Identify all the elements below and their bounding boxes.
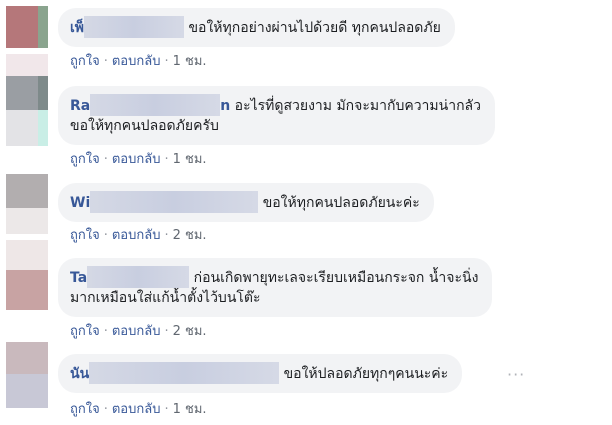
comment-text: อะไรที่ดูสวยงาม มักจะมากับความน่ากลัว	[234, 98, 481, 114]
reply-link[interactable]: ตอบกลับ	[112, 228, 161, 243]
comment-bubble: Ra n อะไรที่ดูสวยงาม มักจะมากับความน่ากลั…	[58, 86, 495, 145]
comment-actions: ถูกใจ · ตอบกลับ · 2 ชม.	[70, 324, 207, 339]
like-link[interactable]: ถูกใจ	[70, 402, 100, 417]
comment-item: Ta ก่อนเกิดพายุทะเลจะเรียบเหมือนกระจก น้…	[58, 258, 493, 317]
timestamp[interactable]: 1 ชม.	[173, 152, 207, 167]
reply-link[interactable]: ตอบกลับ	[112, 152, 161, 167]
comment-author[interactable]: Ra	[70, 98, 90, 114]
comment-bubble: Ta ก่อนเกิดพายุทะเลจะเรียบเหมือนกระจก น้…	[58, 258, 493, 317]
comment-item: Ra n อะไรที่ดูสวยงาม มักจะมากับความน่ากลั…	[58, 86, 495, 145]
comment-author[interactable]: นัน	[70, 366, 89, 382]
comment-item: นัน ขอให้ปลอดภัยทุกๆคนนะค่ะ	[58, 354, 463, 393]
more-options-icon[interactable]: ···	[507, 365, 525, 384]
like-link[interactable]: ถูกใจ	[70, 152, 100, 167]
comment-actions: ถูกใจ · ตอบกลับ · 1 ชม.	[70, 152, 207, 167]
comment-text: ขอให้ปลอดภัยทุกๆคนนะค่ะ	[283, 366, 449, 382]
avatar[interactable]	[6, 342, 48, 408]
comment-actions: ถูกใจ · ตอบกลับ · 2 ชม.	[70, 228, 207, 243]
timestamp[interactable]: 1 ชม.	[173, 402, 207, 417]
comment-item: เพ็ ขอให้ทุกอย่างผ่านไปด้วยดี ทุกคนปลอดภ…	[58, 8, 455, 47]
redacted-name	[90, 94, 221, 116]
comment-bubble: เพ็ ขอให้ทุกอย่างผ่านไปด้วยดี ทุกคนปลอดภ…	[58, 8, 455, 47]
reply-link[interactable]: ตอบกลับ	[112, 324, 161, 339]
comment-text-line2: ขอให้ทุกคนปลอดภัยครับ	[70, 118, 219, 134]
comment-text: ขอให้ทุกอย่างผ่านไปด้วยดี ทุกคนปลอดภัย	[188, 20, 441, 36]
like-link[interactable]: ถูกใจ	[70, 324, 100, 339]
reply-link[interactable]: ตอบกลับ	[112, 402, 161, 417]
avatar-shadow	[6, 54, 48, 76]
comment-bubble: Wi ขอให้ทุกคนปลอดภัยนะค่ะ	[58, 183, 434, 222]
comment-text: ก่อนเกิดพายุทะเลจะเรียบเหมือนกระจก น้ำจะ…	[193, 270, 479, 286]
reply-link[interactable]: ตอบกลับ	[112, 54, 161, 69]
comment-author[interactable]: Wi	[70, 195, 90, 211]
comment-author[interactable]: เพ็	[70, 20, 84, 36]
avatar[interactable]	[6, 240, 48, 310]
comment-bubble: นัน ขอให้ปลอดภัยทุกๆคนนะค่ะ	[58, 354, 463, 393]
redacted-name	[84, 16, 185, 38]
comment-actions: ถูกใจ · ตอบกลับ · 1 ชม.	[70, 54, 207, 69]
avatar[interactable]	[6, 6, 48, 48]
redacted-name	[89, 362, 280, 384]
timestamp[interactable]: 2 ชม.	[173, 228, 207, 243]
avatar[interactable]	[6, 76, 48, 146]
comment-actions: ถูกใจ · ตอบกลับ · 1 ชม.	[70, 402, 207, 417]
comment-text: ขอให้ทุกคนปลอดภัยนะค่ะ	[262, 195, 420, 211]
like-link[interactable]: ถูกใจ	[70, 54, 100, 69]
like-link[interactable]: ถูกใจ	[70, 228, 100, 243]
redacted-name	[90, 191, 259, 213]
comment-text-line2: มากเหมือนใส่แก้น้ำตั้งไว้บนโต๊ะ	[70, 290, 261, 306]
comment-item: Wi ขอให้ทุกคนปลอดภัยนะค่ะ	[58, 183, 434, 222]
redacted-name	[87, 266, 190, 288]
timestamp[interactable]: 1 ชม.	[173, 54, 207, 69]
comment-author[interactable]: Ta	[70, 270, 87, 286]
timestamp[interactable]: 2 ชม.	[173, 324, 207, 339]
avatar[interactable]	[6, 174, 48, 234]
comment-author-end[interactable]: n	[220, 98, 230, 114]
